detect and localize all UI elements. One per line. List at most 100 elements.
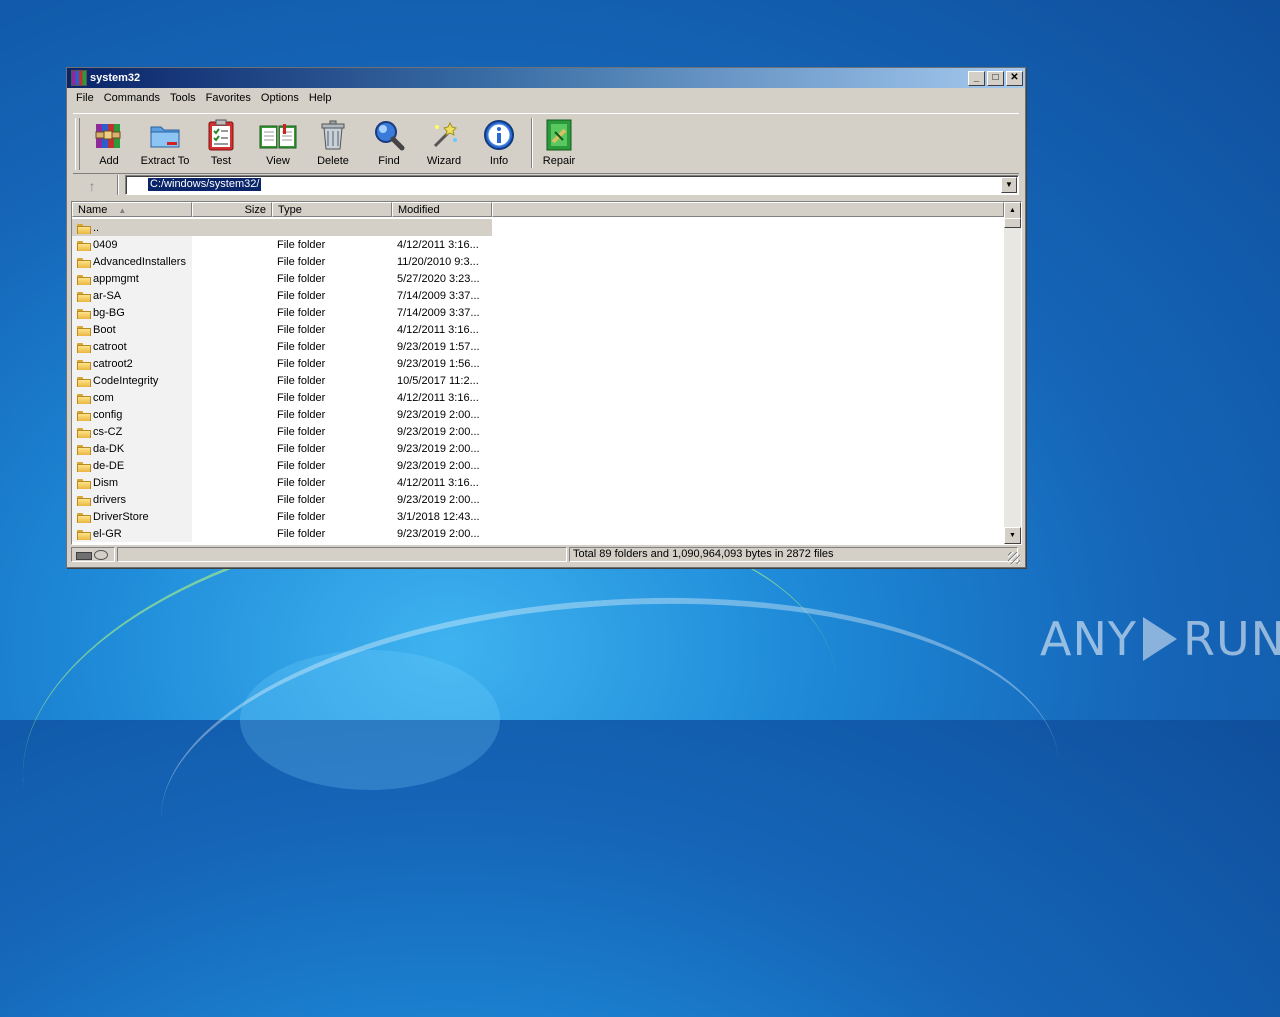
- status-drive-panel[interactable]: [71, 547, 115, 562]
- column-size-label: Size: [244, 204, 266, 216]
- find-button[interactable]: Find: [369, 116, 409, 170]
- menu-file[interactable]: File: [71, 92, 99, 104]
- file-name-cell: appmgmt: [72, 273, 192, 285]
- file-name-cell: catroot2: [72, 358, 192, 370]
- add-label: Add: [99, 155, 119, 167]
- folder-icon: [77, 291, 91, 302]
- folder-icon: [77, 274, 91, 285]
- test-button[interactable]: Test: [201, 116, 241, 170]
- file-name: appmgmt: [93, 272, 139, 285]
- resize-grip[interactable]: [1008, 552, 1020, 564]
- file-type-cell: File folder: [277, 340, 326, 353]
- table-row[interactable]: de-DE File folder 9/23/2019 2:00...: [72, 457, 1004, 474]
- table-row[interactable]: drivers File folder 9/23/2019 2:00...: [72, 491, 1004, 508]
- folder-icon: [77, 393, 91, 404]
- column-size-header[interactable]: Size: [192, 202, 272, 217]
- menu-help[interactable]: Help: [304, 92, 337, 104]
- file-type-cell: File folder: [277, 357, 326, 370]
- table-row[interactable]: catroot File folder 9/23/2019 1:57...: [72, 338, 1004, 355]
- file-modified-cell: 4/12/2011 3:16...: [397, 391, 479, 404]
- file-name: 0409: [93, 238, 118, 251]
- up-folder-button[interactable]: ↑: [77, 176, 107, 196]
- folder-icon: [77, 512, 91, 523]
- scroll-down-button[interactable]: ▼: [1004, 527, 1021, 544]
- winrar-app-icon[interactable]: [71, 70, 87, 86]
- wizard-button[interactable]: Wizard: [421, 116, 467, 170]
- menu-options[interactable]: Options: [256, 92, 304, 104]
- file-modified-cell: 10/5/2017 11:2...: [397, 374, 479, 387]
- delete-label: Delete: [317, 155, 349, 167]
- scroll-thumb[interactable]: [1004, 218, 1021, 228]
- add-button[interactable]: Add: [85, 116, 133, 170]
- status-selection-panel: [117, 547, 567, 562]
- menu-commands[interactable]: Commands: [99, 92, 165, 104]
- file-name-cell: Dism: [72, 477, 192, 489]
- add-archive-icon: [92, 118, 126, 152]
- menu-favorites[interactable]: Favorites: [201, 92, 256, 104]
- file-modified-cell: 9/23/2019 2:00...: [397, 527, 480, 540]
- table-row[interactable]: bg-BG File folder 7/14/2009 3:37...: [72, 304, 1004, 321]
- table-row[interactable]: DriverStore File folder 3/1/2018 12:43...: [72, 508, 1004, 525]
- scroll-down-arrow-icon: ▼: [1009, 532, 1016, 539]
- key-icon: [94, 550, 108, 560]
- file-name: Boot: [93, 323, 116, 336]
- path-text: C:/windows/system32/: [148, 178, 262, 191]
- table-row[interactable]: Boot File folder 4/12/2011 3:16...: [72, 321, 1004, 338]
- table-row[interactable]: catroot2 File folder 9/23/2019 1:56...: [72, 355, 1004, 372]
- close-button[interactable]: ✕: [1006, 70, 1023, 86]
- path-input[interactable]: C:/windows/system32/ ▼: [125, 175, 1019, 195]
- table-row[interactable]: ..File folder: [72, 219, 1004, 236]
- folder-icon: [77, 461, 91, 472]
- table-row[interactable]: el-GR File folder 9/23/2019 2:00...: [72, 525, 1004, 542]
- file-modified-cell: 11/20/2010 9:3...: [397, 255, 479, 268]
- table-row[interactable]: com File folder 4/12/2011 3:16...: [72, 389, 1004, 406]
- toolbar-grip[interactable]: [75, 118, 80, 170]
- file-type-cell: File folder: [277, 374, 326, 387]
- table-row[interactable]: AdvancedInstallers File folder 11/20/2010 …: [72, 253, 1004, 270]
- file-modified-cell: 9/23/2019 2:00...: [397, 442, 480, 455]
- table-row[interactable]: Dism File folder 4/12/2011 3:16...: [72, 474, 1004, 491]
- file-name: Dism: [93, 476, 119, 489]
- table-row[interactable]: da-DK File folder 9/23/2019 2:00...: [72, 440, 1004, 457]
- folder-icon: [77, 359, 91, 370]
- file-type-cell: File folder: [277, 272, 326, 285]
- path-dropdown-button[interactable]: ▼: [1001, 177, 1017, 193]
- delete-button[interactable]: Delete: [313, 116, 353, 170]
- column-type-label: Type: [278, 204, 302, 216]
- table-row[interactable]: config File folder 9/23/2019 2:00...: [72, 406, 1004, 423]
- scroll-up-button[interactable]: ▲: [1004, 202, 1021, 219]
- file-modified-cell: 3/1/2018 12:43...: [397, 510, 480, 523]
- maximize-button[interactable]: □: [987, 70, 1004, 86]
- file-name: config: [93, 408, 123, 421]
- status-summary-panel: Total 89 folders and 1,090,964,093 bytes…: [569, 547, 1018, 562]
- file-name: el-GR: [93, 527, 122, 540]
- file-name: ar-SA: [93, 289, 122, 302]
- minimize-button[interactable]: _: [968, 70, 985, 86]
- menu-tools[interactable]: Tools: [165, 92, 201, 104]
- watermark-text-left: ANY: [1040, 612, 1137, 666]
- extract-to-button[interactable]: Extract To: [137, 116, 193, 170]
- vertical-scrollbar[interactable]: ▲ ▼: [1004, 202, 1021, 544]
- table-row[interactable]: ar-SA File folder 7/14/2009 3:37...: [72, 287, 1004, 304]
- file-name-cell: el-GR: [72, 528, 192, 540]
- repair-button[interactable]: Repair: [539, 116, 579, 170]
- table-row[interactable]: CodeIntegrity File folder 10/5/2017 11:2..…: [72, 372, 1004, 389]
- status-bar: Total 89 folders and 1,090,964,093 bytes…: [71, 546, 1020, 564]
- table-row[interactable]: cs-CZ File folder 9/23/2019 2:00...: [72, 423, 1004, 440]
- test-checklist-icon: [204, 118, 238, 152]
- file-name: drivers: [93, 493, 127, 506]
- column-modified-header[interactable]: Modified: [392, 202, 492, 217]
- folder-icon: [77, 495, 91, 506]
- table-row[interactable]: appmgmt File folder 5/27/2020 3:23...: [72, 270, 1004, 287]
- title-bar[interactable]: system32 _ □ ✕: [67, 68, 1025, 88]
- file-name: ..: [93, 221, 100, 234]
- file-name-cell: DriverStore: [72, 511, 192, 523]
- column-name-header[interactable]: Name ▲: [72, 202, 192, 217]
- info-button[interactable]: Info: [481, 116, 517, 170]
- column-type-header[interactable]: Type: [272, 202, 392, 217]
- file-modified-cell: 7/14/2009 3:37...: [397, 306, 480, 319]
- file-name: catroot2: [93, 357, 133, 370]
- magnifier-icon: [372, 118, 406, 152]
- table-row[interactable]: 0409 File folder 4/12/2011 3:16...: [72, 236, 1004, 253]
- view-button[interactable]: View: [257, 116, 299, 170]
